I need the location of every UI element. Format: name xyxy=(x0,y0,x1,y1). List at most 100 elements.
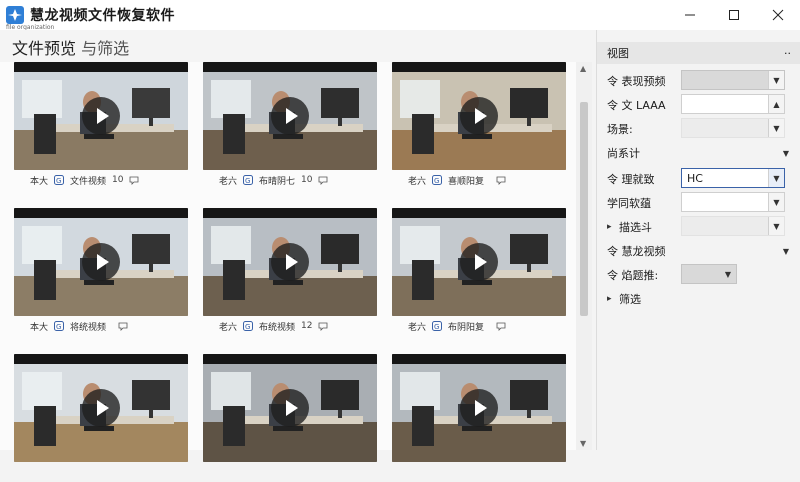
comment-icon xyxy=(118,322,128,331)
panel-select-3[interactable]: ▼ xyxy=(681,118,785,138)
video-type-label: 老六 xyxy=(408,322,427,333)
scroll-down-icon[interactable]: ▼ xyxy=(580,439,586,448)
panel-row-label: 筛选 xyxy=(619,293,641,306)
chevron-down-icon[interactable]: ▼ xyxy=(768,169,784,187)
video-name-label: 布统视频 xyxy=(259,322,296,333)
chevron-down-icon[interactable]: ▼ xyxy=(768,193,784,211)
chevron-down-icon[interactable]: ▼ xyxy=(783,247,789,256)
panel-header[interactable]: 视图 ·· xyxy=(597,42,800,64)
vertical-scrollbar[interactable]: ▲ ▼ xyxy=(576,62,592,450)
panel-row-4[interactable]: 尚系计 ▼ xyxy=(607,142,797,164)
chevron-down-icon[interactable]: ▼ xyxy=(768,217,784,235)
video-thumbnail[interactable] xyxy=(14,62,188,170)
page-title: 文件预览 与筛选 xyxy=(12,35,129,59)
play-icon[interactable] xyxy=(460,97,498,135)
video-type-label: 老六 xyxy=(219,322,238,333)
video-meta: 老六 G 布阴阳复 xyxy=(392,316,566,336)
spinner-up-icon[interactable]: ▲ xyxy=(768,95,784,113)
title-bar: 慧龙视频文件恢复软件 file organization xyxy=(0,0,800,31)
video-type-label: 老六 xyxy=(408,176,427,187)
video-card[interactable]: 老六 G 喜顺阳复 xyxy=(392,62,566,190)
video-meta: 老六 G 布晴阴七 10 xyxy=(203,170,377,190)
page-title-strong: 文件预览 xyxy=(12,39,77,58)
panel-row-label: 令 表现预频 xyxy=(607,75,666,88)
chevron-right-icon[interactable]: ▸ xyxy=(607,294,619,304)
video-thumbnail[interactable] xyxy=(392,208,566,316)
play-icon[interactable] xyxy=(271,97,309,135)
panel-row-label: 学同软蕴 xyxy=(607,197,651,210)
comment-icon xyxy=(496,322,506,331)
file-type-icon: G xyxy=(432,321,443,331)
play-icon[interactable] xyxy=(271,389,309,427)
video-meta xyxy=(14,462,188,482)
panel-select-9[interactable]: ▼ xyxy=(681,264,737,284)
panel-row-10[interactable]: ▸ 筛选 xyxy=(607,288,797,310)
video-card[interactable]: 老六 G 布统视频 12 xyxy=(203,208,377,336)
panel-row-label: 令 文 LAAA xyxy=(607,99,666,112)
chevron-right-icon[interactable]: ▸ xyxy=(607,222,619,232)
video-card[interactable]: 本大 G 文件视频 10 xyxy=(14,62,188,190)
video-count-label: 10 xyxy=(112,175,124,185)
video-card[interactable]: 老六 G 布晴阴七 10 xyxy=(203,62,377,190)
video-card[interactable] xyxy=(14,354,188,482)
video-card[interactable] xyxy=(203,354,377,482)
video-thumbnail[interactable] xyxy=(203,208,377,316)
play-icon[interactable] xyxy=(460,243,498,281)
maximize-button[interactable] xyxy=(712,0,756,30)
panel-select-5[interactable]: HC ▼ xyxy=(681,168,785,188)
video-card[interactable]: 本大 G 将统视频 xyxy=(14,208,188,336)
video-thumbnail[interactable] xyxy=(392,62,566,170)
panel-spinner-2[interactable]: ▲ xyxy=(681,94,785,114)
panel-select-7[interactable]: ▼ xyxy=(681,216,785,236)
play-icon[interactable] xyxy=(82,97,120,135)
panel-row-8[interactable]: 令 慧龙视频 ▼ xyxy=(607,240,797,262)
video-thumbnail[interactable] xyxy=(203,62,377,170)
video-meta: 老六 G 喜顺阳复 xyxy=(392,170,566,190)
video-card[interactable]: 老六 G 布阴阳复 xyxy=(392,208,566,336)
video-thumbnail[interactable] xyxy=(392,354,566,462)
page-title-light: 与筛选 xyxy=(76,39,130,58)
window-title: 慧龙视频文件恢复软件 xyxy=(30,8,175,24)
video-name-label: 布阴阳复 xyxy=(448,322,485,333)
panel-select-6[interactable]: ▼ xyxy=(681,192,785,212)
comment-icon xyxy=(130,176,139,185)
video-count-label: 12 xyxy=(301,321,313,331)
chevron-down-icon[interactable]: ▼ xyxy=(720,265,736,283)
svg-text:G: G xyxy=(245,323,250,331)
video-card[interactable] xyxy=(392,354,566,482)
minimize-button[interactable] xyxy=(668,0,712,30)
chevron-down-icon[interactable]: ▼ xyxy=(768,119,784,137)
video-grid: 本大 G 文件视频 10 老六 G 布晴阴七 10 老六 G 喜顺阳复本大 G 将统视频 老六 G 布统视频 1… xyxy=(0,62,576,462)
scroll-up-icon[interactable]: ▲ xyxy=(580,64,586,73)
svg-text:G: G xyxy=(245,177,250,185)
video-type-label: 本大 xyxy=(30,322,49,333)
app-logo-icon xyxy=(6,6,24,24)
play-icon[interactable] xyxy=(82,389,120,427)
video-meta: 本大 G 将统视频 xyxy=(14,316,188,336)
scrollbar-thumb[interactable] xyxy=(580,102,588,316)
video-name-label: 喜顺阳复 xyxy=(448,176,485,187)
play-icon[interactable] xyxy=(460,389,498,427)
video-thumbnail[interactable] xyxy=(14,354,188,462)
file-type-icon: G xyxy=(54,321,65,331)
close-button[interactable] xyxy=(756,0,800,30)
video-meta xyxy=(203,462,377,482)
file-type-icon: G xyxy=(243,321,254,331)
panel-select-1[interactable]: ▼ xyxy=(681,70,785,90)
play-icon[interactable] xyxy=(271,243,309,281)
panel-row-label: 令 理就致 xyxy=(607,173,655,186)
panel-row-label: 令 焰题推: xyxy=(607,269,659,282)
play-icon[interactable] xyxy=(82,243,120,281)
video-meta: 老六 G 布统视频 12 xyxy=(203,316,377,336)
video-thumbnail[interactable] xyxy=(14,208,188,316)
video-thumbnail[interactable] xyxy=(203,354,377,462)
video-name-label: 将统视频 xyxy=(70,322,107,333)
chevron-down-icon[interactable]: ▼ xyxy=(768,71,784,89)
svg-text:G: G xyxy=(434,177,439,185)
panel-more-icon[interactable]: ·· xyxy=(784,47,791,60)
chevron-down-icon[interactable]: ▼ xyxy=(783,149,789,158)
panel-row-label: 场景: xyxy=(607,123,633,136)
svg-text:G: G xyxy=(56,323,61,331)
svg-text:G: G xyxy=(56,177,61,185)
comment-icon xyxy=(319,176,328,185)
